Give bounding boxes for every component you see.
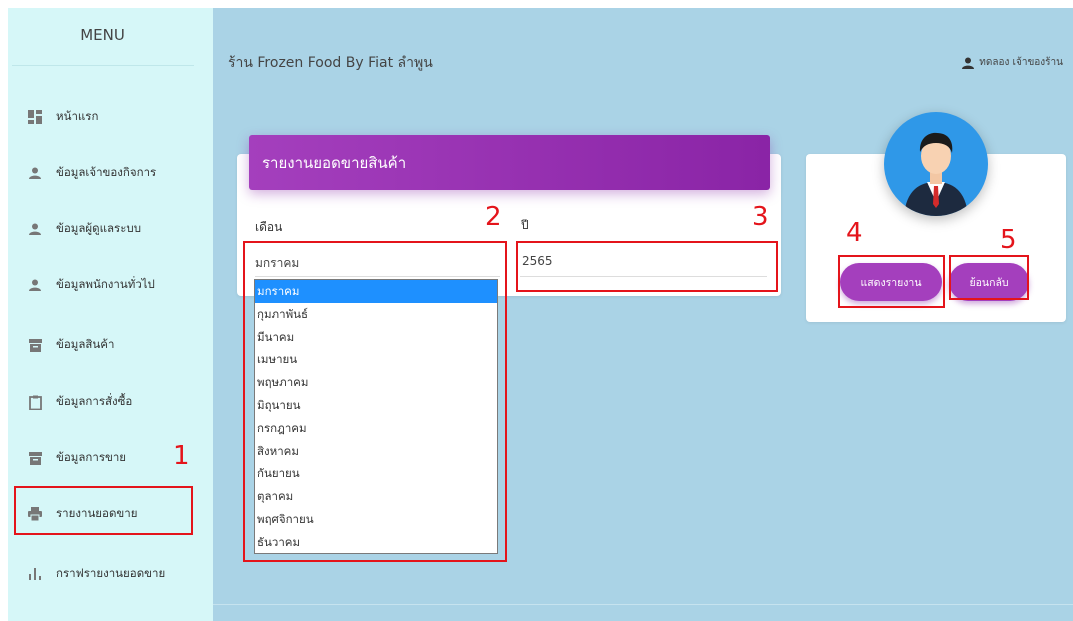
- person-icon: [28, 222, 42, 236]
- sidebar-item-home[interactable]: หน้าแรก: [0, 101, 205, 133]
- user-icon: [962, 57, 975, 69]
- annotation-number: 2: [485, 202, 502, 232]
- avatar: [884, 112, 988, 216]
- user-menu[interactable]: ทดลอง เจ้าของร้าน: [962, 55, 1063, 70]
- shop-name: ร้าน Frozen Food By Fiat ลำพูน: [228, 55, 433, 71]
- person-icon: [28, 278, 42, 292]
- highlight-box-month: [243, 241, 507, 562]
- archive-icon: [28, 451, 42, 465]
- archive-icon: [28, 338, 42, 352]
- menu-divider: [12, 65, 194, 66]
- sidebar-item-label: ข้อมูลการขาย: [56, 450, 127, 464]
- highlight-box-back: [949, 255, 1029, 300]
- sidebar-item-label: หน้าแรก: [56, 109, 99, 123]
- sidebar-item-label: ข้อมูลการสั่งซื้อ: [56, 394, 133, 408]
- sidebar-item-orders[interactable]: ข้อมูลการสั่งซื้อ: [0, 386, 205, 418]
- sidebar-item-sales-chart[interactable]: กราฟรายงานยอดขาย: [0, 558, 205, 590]
- sidebar-item-label: ข้อมูลผู้ดูแลระบบ: [56, 221, 142, 235]
- sidebar-item-label: กราฟรายงานยอดขาย: [56, 566, 166, 580]
- user-name: ทดลอง เจ้าของร้าน: [979, 57, 1063, 68]
- footer-divider: [213, 604, 1073, 605]
- sidebar-item-owner[interactable]: ข้อมูลเจ้าของกิจการ: [0, 157, 205, 189]
- highlight-box-year: [516, 241, 778, 292]
- sidebar-item-products[interactable]: ข้อมูลสินค้า: [0, 329, 205, 361]
- report-card-title: รายงานยอดขายสินค้า: [249, 135, 770, 190]
- annotation-number: 5: [1000, 225, 1017, 255]
- dashboard-icon: [28, 110, 42, 124]
- year-label: ปี: [521, 218, 529, 232]
- month-label: เดือน: [255, 220, 283, 234]
- highlight-box-show-report: [838, 255, 945, 308]
- clipboard-icon: [28, 395, 42, 410]
- annotation-number: 3: [752, 202, 769, 232]
- highlight-box-sales-report: [14, 486, 193, 535]
- annotation-number: 4: [846, 218, 863, 248]
- annotation-number: 1: [173, 441, 190, 471]
- sidebar-item-label: ข้อมูลพนักงานทั่วไป: [56, 277, 155, 291]
- sidebar-item-label: ข้อมูลสินค้า: [56, 337, 115, 351]
- menu-title: MENU: [80, 26, 125, 44]
- sidebar-item-label: ข้อมูลเจ้าของกิจการ: [56, 165, 157, 179]
- bar-chart-icon: [28, 567, 42, 581]
- person-icon: [28, 166, 42, 180]
- sidebar-item-staff[interactable]: ข้อมูลพนักงานทั่วไป: [0, 269, 205, 301]
- sidebar-item-admin[interactable]: ข้อมูลผู้ดูแลระบบ: [0, 213, 205, 245]
